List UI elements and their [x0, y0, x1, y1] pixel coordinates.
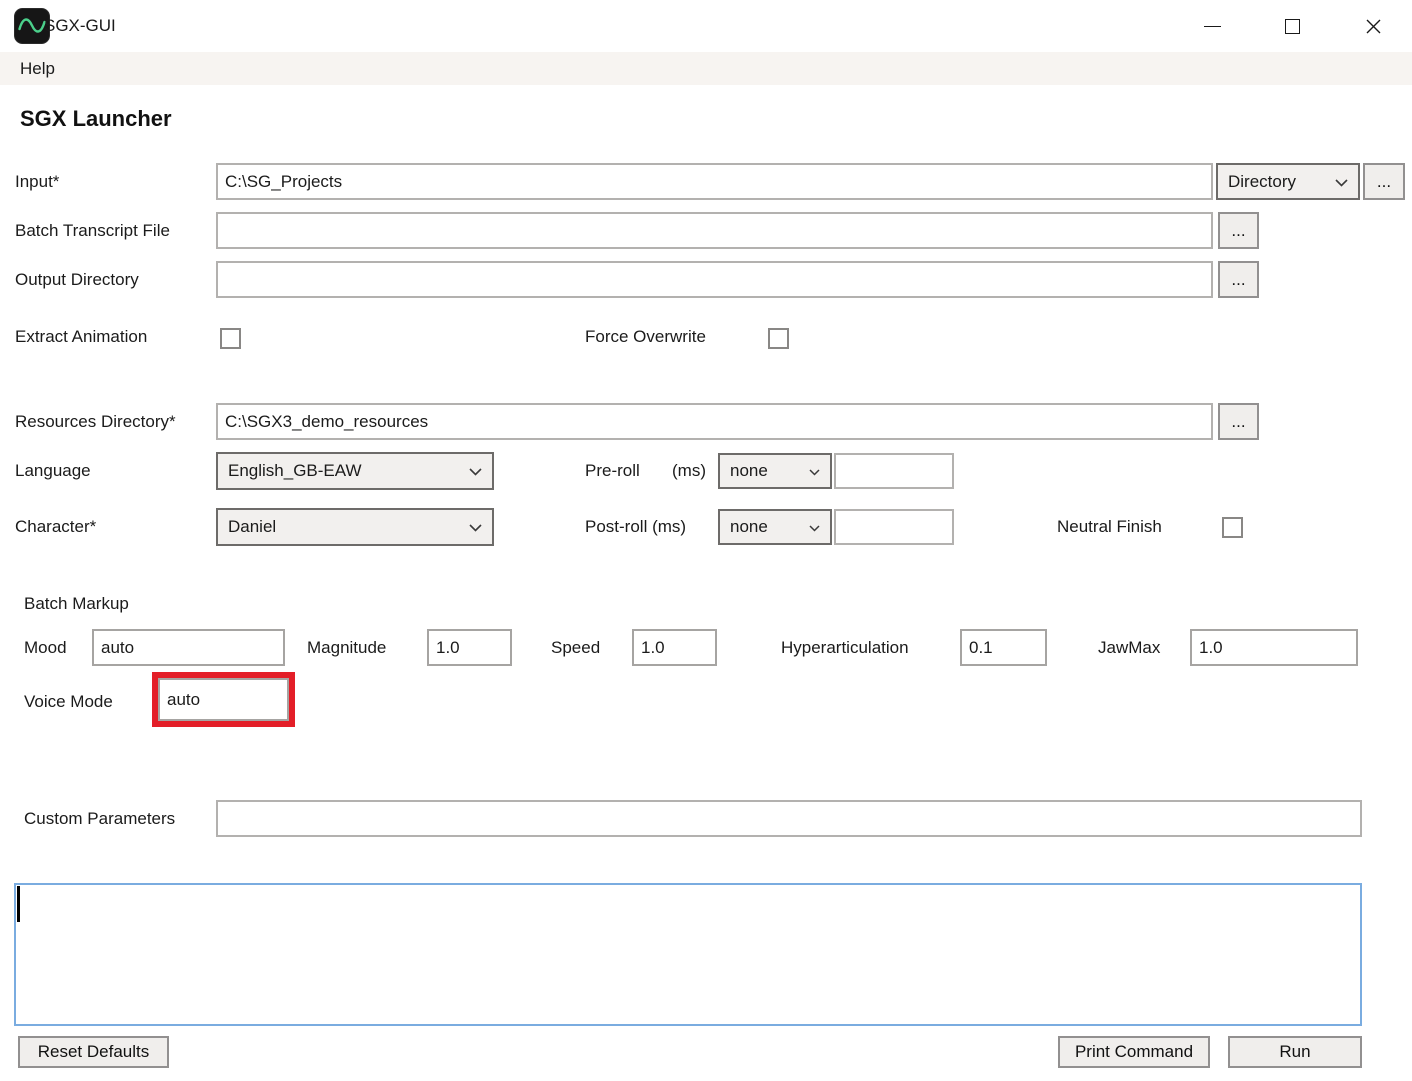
magnitude-label: Magnitude	[307, 629, 386, 666]
resources-directory-field[interactable]	[216, 403, 1213, 440]
custom-parameters-field[interactable]	[216, 800, 1362, 837]
jawmax-label: JawMax	[1098, 629, 1160, 666]
hyperarticulation-field[interactable]	[960, 629, 1047, 666]
character-select[interactable]: Daniel	[216, 508, 494, 546]
pre-roll-mode-value: none	[730, 461, 768, 481]
voice-mode-label: Voice Mode	[24, 683, 113, 720]
menu-bar: Help	[0, 52, 1412, 85]
chevron-down-icon	[809, 517, 820, 537]
run-button[interactable]: Run	[1228, 1036, 1362, 1068]
chevron-down-icon	[809, 461, 820, 481]
extract-animation-label: Extract Animation	[15, 327, 147, 347]
input-mode-select[interactable]: Directory	[1216, 163, 1360, 200]
extract-animation-checkbox[interactable]	[220, 328, 241, 349]
input-field[interactable]	[216, 163, 1213, 200]
pre-roll-mode-select[interactable]: none	[718, 453, 832, 489]
print-command-button[interactable]: Print Command	[1058, 1036, 1210, 1068]
maximize-button[interactable]	[1269, 0, 1315, 52]
batch-transcript-label: Batch Transcript File	[15, 212, 170, 249]
input-mode-value: Directory	[1228, 172, 1296, 192]
pre-roll-label: Pre-roll	[585, 452, 640, 490]
text-caret	[17, 886, 20, 922]
resources-directory-browse-button[interactable]: ...	[1218, 403, 1259, 440]
language-label: Language	[15, 452, 91, 490]
language-value: English_GB-EAW	[228, 461, 362, 481]
batch-markup-title: Batch Markup	[24, 594, 129, 614]
minimize-button[interactable]	[1189, 0, 1235, 52]
character-label: Character*	[15, 508, 96, 546]
output-directory-field[interactable]	[216, 261, 1213, 298]
post-roll-value-field[interactable]	[834, 509, 954, 545]
page-title: SGX Launcher	[20, 106, 172, 132]
close-button[interactable]	[1350, 0, 1396, 52]
input-label: Input*	[15, 163, 59, 200]
chevron-down-icon	[469, 461, 482, 481]
mood-label: Mood	[24, 629, 67, 666]
maximize-icon	[1285, 19, 1300, 34]
jawmax-field[interactable]	[1190, 629, 1358, 666]
output-console[interactable]	[14, 883, 1362, 1026]
speed-label: Speed	[551, 629, 600, 666]
force-overwrite-checkbox[interactable]	[768, 328, 789, 349]
menu-item-help[interactable]: Help	[14, 52, 61, 85]
post-roll-mode-select[interactable]: none	[718, 509, 832, 545]
minimize-icon	[1204, 26, 1221, 27]
batch-transcript-field[interactable]	[216, 212, 1213, 249]
language-select[interactable]: English_GB-EAW	[216, 452, 494, 490]
magnitude-field[interactable]	[427, 629, 512, 666]
voice-mode-field[interactable]	[158, 678, 289, 721]
custom-parameters-label: Custom Parameters	[24, 800, 175, 837]
output-directory-browse-button[interactable]: ...	[1218, 261, 1259, 298]
mood-field[interactable]	[92, 629, 285, 666]
reset-defaults-button[interactable]: Reset Defaults	[18, 1036, 169, 1068]
voice-mode-highlight-box	[152, 672, 295, 727]
pre-roll-value-field[interactable]	[834, 453, 954, 489]
chevron-down-icon	[1335, 172, 1348, 192]
neutral-finish-checkbox[interactable]	[1222, 517, 1243, 538]
force-overwrite-label: Force Overwrite	[585, 327, 706, 347]
hyperarticulation-label: Hyperarticulation	[781, 629, 909, 666]
pre-roll-unit: (ms)	[672, 452, 706, 490]
title-bar: SGX-GUI	[0, 0, 1412, 52]
close-icon	[1365, 18, 1382, 35]
post-roll-mode-value: none	[730, 517, 768, 537]
post-roll-label: Post-roll (ms)	[585, 508, 686, 546]
resources-directory-label: Resources Directory*	[15, 403, 176, 440]
neutral-finish-label: Neutral Finish	[1057, 508, 1162, 546]
chevron-down-icon	[469, 517, 482, 537]
window-title: SGX-GUI	[44, 0, 116, 52]
character-value: Daniel	[228, 517, 276, 537]
output-directory-label: Output Directory	[15, 261, 139, 298]
speed-field[interactable]	[632, 629, 717, 666]
input-browse-button[interactable]: ...	[1363, 163, 1405, 200]
batch-transcript-browse-button[interactable]: ...	[1218, 212, 1259, 249]
